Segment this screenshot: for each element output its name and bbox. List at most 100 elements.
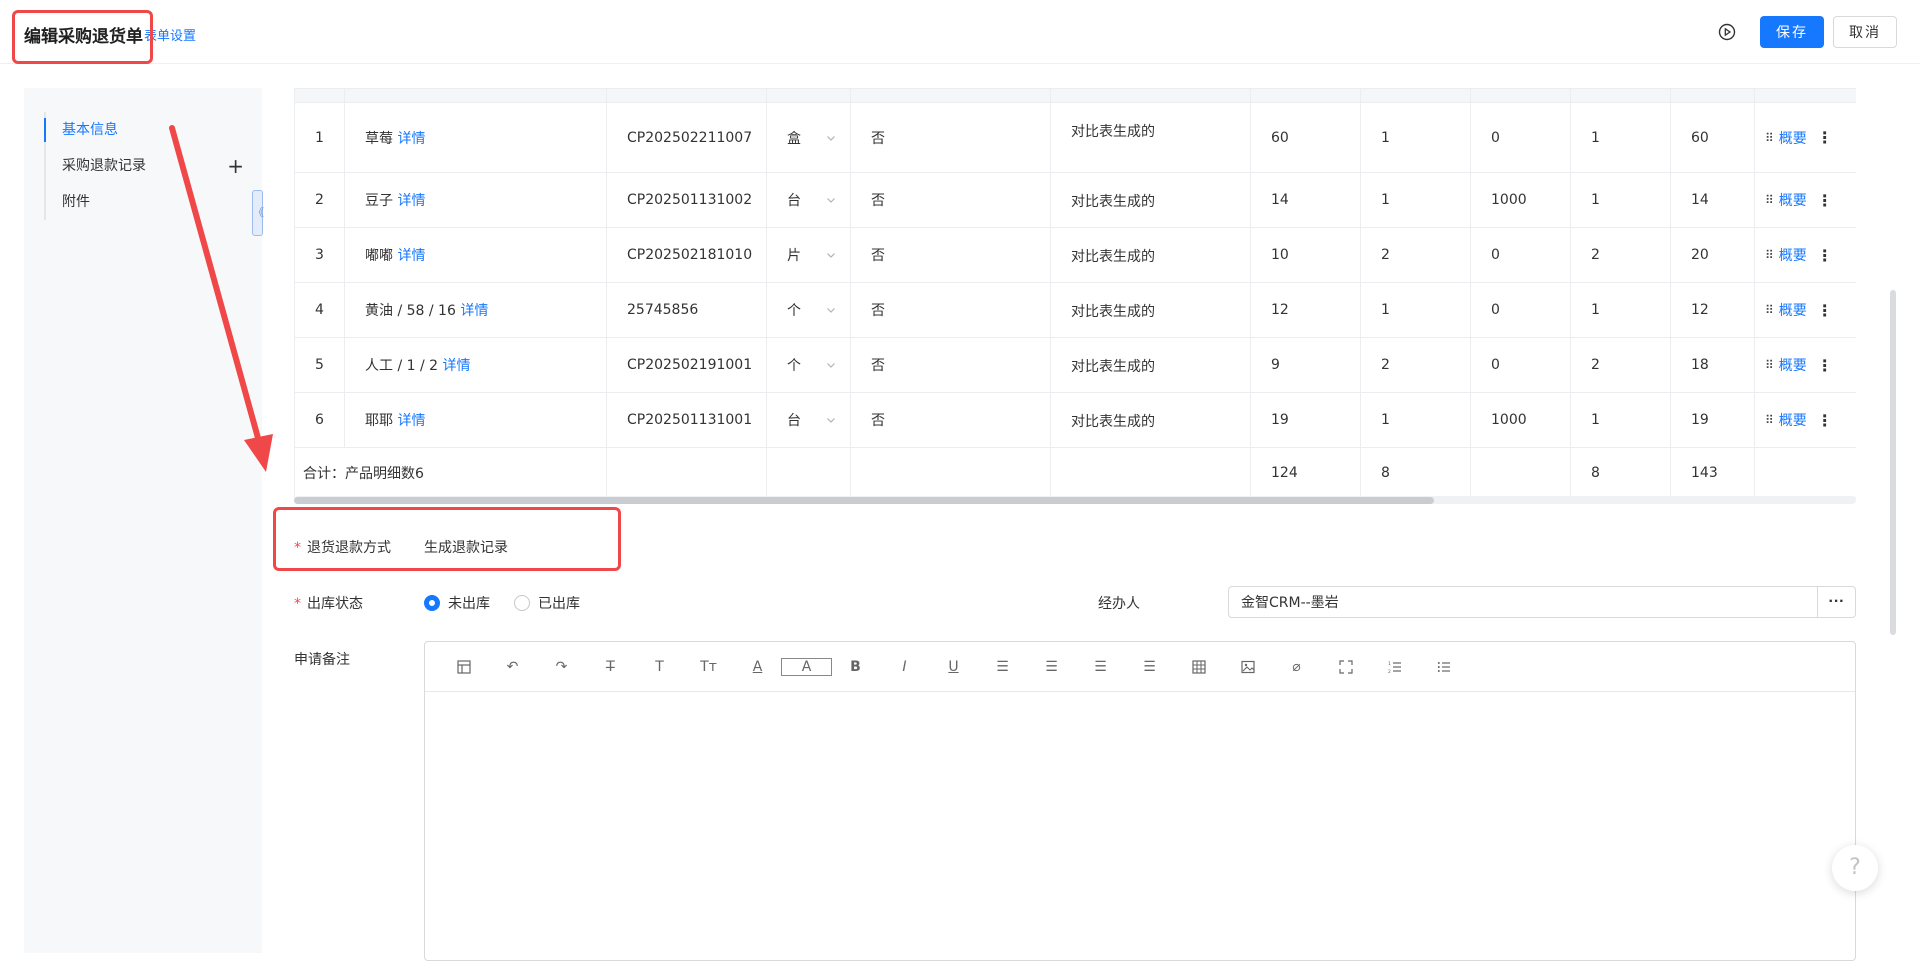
more-vertical-icon[interactable]: ⋮ <box>1817 128 1833 147</box>
justify-icon[interactable]: ☰ <box>1125 659 1174 675</box>
add-refund-record-icon[interactable]: + <box>227 148 244 184</box>
page-vertical-scroll-thumb[interactable] <box>1890 290 1896 635</box>
attachment-icon[interactable]: ⌀ <box>1272 659 1321 675</box>
summary-link[interactable]: 概要 <box>1779 128 1807 148</box>
unit-select[interactable]: 个 <box>766 337 851 393</box>
unit-select[interactable]: 台 <box>766 172 851 228</box>
unit-value: 台 <box>787 193 801 209</box>
product-code-cell: CP202502211007 <box>606 102 767 173</box>
bullet-list-icon[interactable] <box>1419 659 1468 675</box>
cell-b: 2 <box>1360 337 1471 393</box>
drag-handle-icon[interactable]: ⠿ <box>1765 358 1774 372</box>
drag-handle-icon[interactable]: ⠿ <box>1765 248 1774 262</box>
product-detail-link[interactable]: 详情 <box>460 303 488 319</box>
handler-input[interactable] <box>1228 586 1818 618</box>
align-center-icon[interactable]: ☰ <box>1027 659 1076 675</box>
more-vertical-icon[interactable]: ⋮ <box>1817 356 1833 375</box>
radio-outbound[interactable]: 已出库 <box>514 593 580 613</box>
sidebar-collapse-icon[interactable]: 《 <box>252 190 264 236</box>
total-label: 合计：产品明细数6 <box>294 447 607 498</box>
product-name-cell: 黄油 / 58 / 16 详情 <box>344 282 607 338</box>
table-format-icon[interactable] <box>439 659 488 675</box>
summary-link[interactable]: 概要 <box>1779 355 1807 375</box>
radio-not-outbound[interactable]: 未出库 <box>424 593 490 613</box>
product-detail-link[interactable]: 详情 <box>397 193 425 209</box>
svg-text:1: 1 <box>1388 661 1391 667</box>
sidebar-item-attachments[interactable]: 附件 <box>46 184 244 220</box>
row-operations: ⠿ 概要 ⋮ <box>1754 282 1856 338</box>
rich-text-editor[interactable]: ↶ ↷ T̶ T Tт A A B I U ☰ ☰ ☰ ☰ ⌀ 1 2 <box>424 641 1856 961</box>
align-left-icon[interactable]: ☰ <box>978 659 1027 675</box>
unit-select[interactable]: 个 <box>766 282 851 338</box>
product-detail-link[interactable]: 详情 <box>397 248 425 264</box>
summary-link[interactable]: 概要 <box>1779 245 1807 265</box>
insert-table-icon[interactable] <box>1174 659 1223 675</box>
redo-icon[interactable]: ↷ <box>537 659 586 675</box>
cell-b: 1 <box>1360 392 1471 448</box>
table-row: 4 黄油 / 58 / 16 详情 25745856 个否对比表生成的 12 1 0 1 12 ⠿… <box>294 282 1856 338</box>
insert-image-icon[interactable] <box>1223 659 1272 675</box>
product-detail-link[interactable]: 详情 <box>443 358 471 374</box>
font-size-icon[interactable]: T <box>635 659 684 675</box>
cancel-button[interactable]: 取消 <box>1833 16 1897 48</box>
summary-link[interactable]: 概要 <box>1779 300 1807 320</box>
cell-d: 2 <box>1570 227 1671 283</box>
more-vertical-icon[interactable]: ⋮ <box>1817 246 1833 265</box>
unit-value: 个 <box>787 303 801 319</box>
note-cell: 对比表生成的 <box>1050 337 1251 393</box>
italic-icon[interactable]: I <box>880 659 929 675</box>
product-detail-link[interactable]: 详情 <box>397 413 425 429</box>
product-name: 嘟嘟 <box>365 248 393 264</box>
cell-b: 1 <box>1360 282 1471 338</box>
table-row: 3 嘟嘟 详情 CP202502181010 片否对比表生成的 10 2 0 2 20 ⠿ 概要 ⋮ <box>294 227 1856 283</box>
note-cell: 对比表生成的 <box>1050 172 1251 228</box>
product-name: 人工 / 1 / 2 <box>365 358 439 374</box>
background-color-icon[interactable]: A <box>781 657 832 676</box>
underline-icon[interactable]: U <box>929 659 978 675</box>
editor-content-area[interactable] <box>425 692 1855 960</box>
unit-select[interactable]: 盒 <box>766 102 851 173</box>
sidebar: 基本信息 采购退款记录 + 附件 <box>24 88 262 953</box>
product-code-cell: CP202502191001 <box>606 337 767 393</box>
font-color-icon[interactable]: A <box>733 659 782 675</box>
summary-link[interactable]: 概要 <box>1779 410 1807 430</box>
save-button[interactable]: 保存 <box>1760 16 1824 48</box>
ordered-list-icon[interactable]: 12 <box>1370 659 1419 675</box>
drag-handle-icon[interactable]: ⠿ <box>1765 131 1774 145</box>
row-index: 3 <box>294 227 345 283</box>
cell-e: 20 <box>1670 227 1755 283</box>
bold-icon[interactable]: B <box>831 659 880 675</box>
cell-a: 10 <box>1250 227 1361 283</box>
table-total-row: 合计：产品明细数6 124 8 8 143 <box>294 447 1856 498</box>
align-right-icon[interactable]: ☰ <box>1076 659 1125 675</box>
product-name: 耶耶 <box>365 413 393 429</box>
summary-link[interactable]: 概要 <box>1779 190 1807 210</box>
sidebar-item-refund-records[interactable]: 采购退款记录 + <box>46 148 244 184</box>
strikethrough-icon[interactable]: T̶ <box>586 659 635 675</box>
drag-handle-icon[interactable]: ⠿ <box>1765 303 1774 317</box>
more-vertical-icon[interactable]: ⋮ <box>1817 301 1833 320</box>
fullscreen-icon[interactable] <box>1321 659 1370 675</box>
drag-handle-icon[interactable]: ⠿ <box>1765 413 1774 427</box>
product-name-cell: 豆子 详情 <box>344 172 607 228</box>
drag-handle-icon[interactable]: ⠿ <box>1765 193 1774 207</box>
product-name: 豆子 <box>365 193 393 209</box>
unit-value: 盒 <box>787 130 801 147</box>
table-horizontal-scroll-thumb[interactable] <box>294 497 1434 504</box>
unit-select[interactable]: 片 <box>766 227 851 283</box>
product-detail-link[interactable]: 详情 <box>397 131 425 147</box>
chevron-down-icon <box>827 198 835 203</box>
unit-select[interactable]: 台 <box>766 392 851 448</box>
total-b: 8 <box>1360 447 1471 498</box>
help-icon[interactable]: ? <box>1832 845 1878 891</box>
flag-cell: 否 <box>850 282 1051 338</box>
more-vertical-icon[interactable]: ⋮ <box>1817 411 1833 430</box>
handler-picker-button[interactable]: ··· <box>1817 586 1856 618</box>
sidebar-item-basic-info[interactable]: 基本信息 <box>44 112 244 148</box>
cell-a: 9 <box>1250 337 1361 393</box>
more-vertical-icon[interactable]: ⋮ <box>1817 191 1833 210</box>
heading-icon[interactable]: Tт <box>684 659 733 675</box>
note-cell: 对比表生成的 <box>1050 227 1251 283</box>
preview-play-icon[interactable] <box>1718 23 1736 41</box>
undo-icon[interactable]: ↶ <box>488 659 537 675</box>
